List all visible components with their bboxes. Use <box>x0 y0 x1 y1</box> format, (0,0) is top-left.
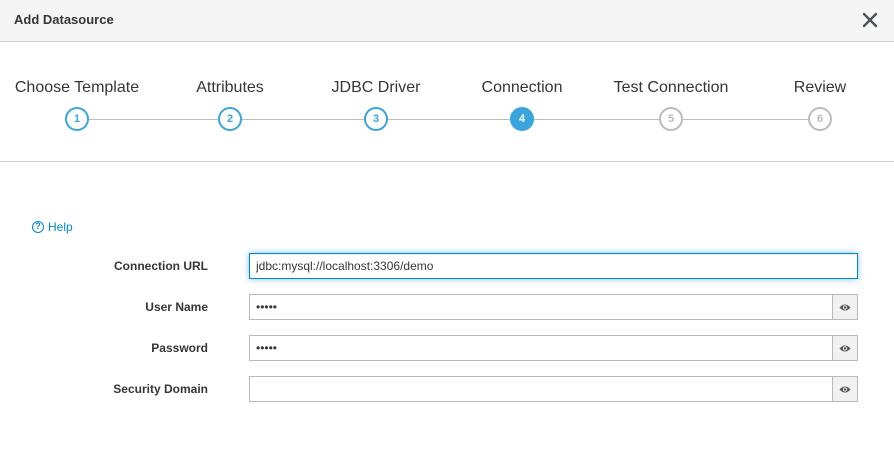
security-domain-label: Security Domain <box>113 382 208 396</box>
wizard-step-number: 4 <box>510 107 534 131</box>
wizard-step-number: 2 <box>218 107 242 131</box>
wizard-step-number: 1 <box>65 107 89 131</box>
help-link[interactable]: ? Help <box>32 220 73 234</box>
user-name-input[interactable] <box>249 294 833 320</box>
wizard-step-number: 6 <box>808 107 832 131</box>
wizard-step-number: 3 <box>364 107 388 131</box>
dialog-title: Add Datasource <box>14 12 114 27</box>
close-icon[interactable] <box>858 8 882 32</box>
show-user-name-eye-icon[interactable] <box>832 294 858 320</box>
question-circle-icon: ? <box>32 221 44 233</box>
password-input[interactable] <box>249 335 833 361</box>
wizard-step-number: 5 <box>659 107 683 131</box>
connection-url-row: Connection URL <box>0 253 894 279</box>
password-label: Password <box>151 341 208 355</box>
connection-url-label: Connection URL <box>114 259 208 273</box>
show-security-domain-eye-icon[interactable] <box>832 376 858 402</box>
show-password-eye-icon[interactable] <box>832 335 858 361</box>
help-label: Help <box>48 220 73 234</box>
user-name-label: User Name <box>145 300 208 314</box>
dialog-header: Add Datasource <box>0 0 894 42</box>
wizard-progress-line <box>77 119 820 120</box>
connection-url-input[interactable] <box>249 253 858 279</box>
security-domain-row: Security Domain <box>0 376 894 402</box>
user-name-row: User Name <box>0 294 894 320</box>
wizard-step-label: Review <box>793 79 847 96</box>
wizard-steps: Choose Template 1 Attributes 2 JDBC Driv… <box>0 42 894 162</box>
password-row: Password <box>0 335 894 361</box>
security-domain-input[interactable] <box>249 376 833 402</box>
